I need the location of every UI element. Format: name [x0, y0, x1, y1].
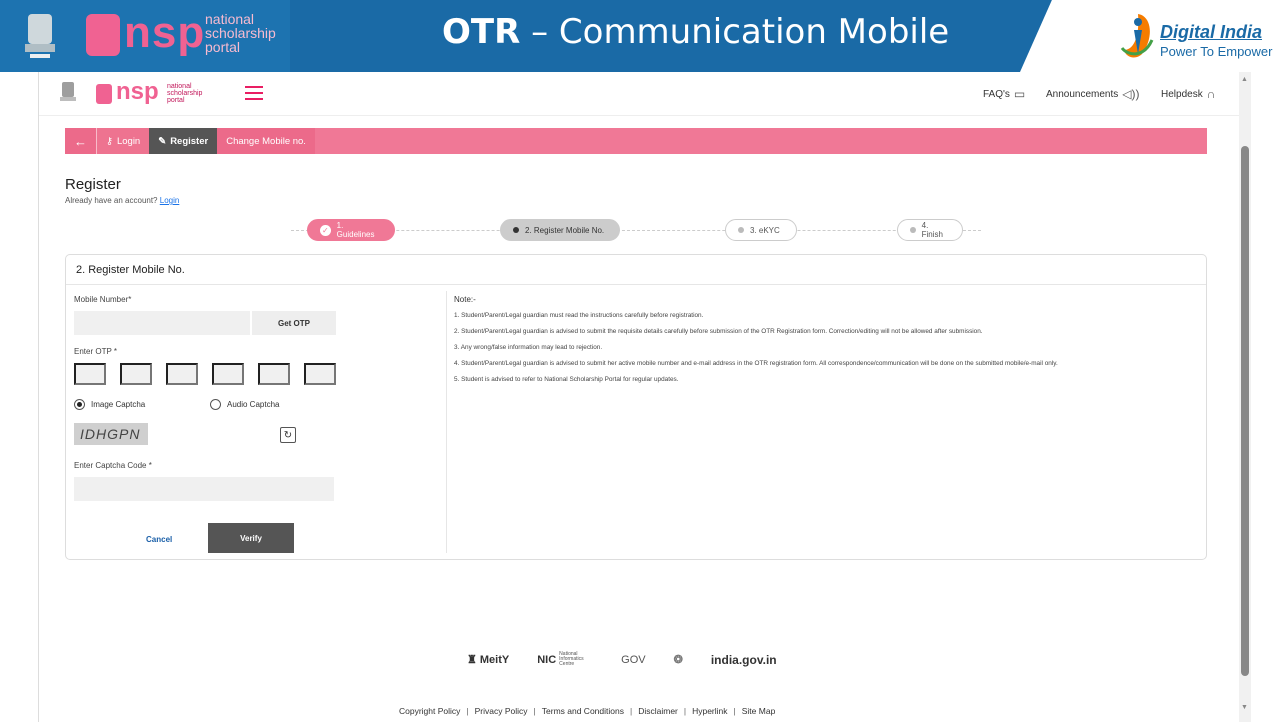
national-emblem-icon [25, 14, 55, 58]
step-dot-icon [738, 227, 744, 233]
otp-digit-3[interactable] [166, 363, 198, 385]
breadcrumb-register[interactable]: ✎ Register [149, 128, 218, 154]
ashoka-emblem-icon[interactable]: ❂ [674, 653, 683, 666]
digital-india-logo-icon [1120, 14, 1154, 58]
vertical-scrollbar[interactable]: ▲ ▼ [1239, 72, 1251, 722]
chat-icon: ▭ [1013, 87, 1026, 101]
helpdesk-link[interactable]: Helpdesk ∩ [1161, 87, 1215, 101]
note-item: 1. Student/Parent/Legal guardian must re… [454, 312, 704, 319]
app-header: nsp national scholarship portal FAQ's ▭ … [39, 72, 1239, 116]
nsp-logo-text[interactable]: nsp [116, 78, 159, 106]
mobile-number-input[interactable] [74, 311, 250, 335]
cancel-button[interactable]: Cancel [146, 535, 172, 544]
slide-banner: nsp national scholarship portal OTR – Co… [0, 0, 1286, 72]
breadcrumb-login[interactable]: ⚷ Login [97, 128, 150, 154]
breadcrumb-change-mobile[interactable]: Change Mobile no. [217, 128, 315, 154]
headset-icon: ∩ [1206, 87, 1216, 101]
mygov-logo[interactable]: GOV [621, 654, 645, 666]
nic-logo[interactable]: NIC National Informatics Centre [537, 652, 593, 667]
footer-link-hyperlink[interactable]: Hyperlink [692, 706, 727, 716]
step-dot-icon [910, 227, 916, 233]
footer-link-disclaimer[interactable]: Disclaimer [638, 706, 678, 716]
notes-list: 1. Student/Parent/Legal guardian must re… [454, 311, 1194, 391]
card-title: 2. Register Mobile No. [66, 255, 1206, 285]
banner-logo-block: nsp national scholarship portal [0, 0, 290, 72]
portal-screenshot: nsp national scholarship portal FAQ's ▭ … [38, 72, 1286, 722]
emblem-icon: ♜ [467, 654, 477, 666]
breadcrumb: ← ⚷ Login ✎ Register Change Mobile no. [65, 128, 1207, 154]
faqs-label: FAQ's [983, 88, 1010, 100]
note-item: 4. Student/Parent/Legal guardian is advi… [454, 360, 1058, 367]
footer-link-terms[interactable]: Terms and Conditions [542, 706, 624, 716]
digital-india-text: Digital India [1160, 22, 1263, 42]
captcha-code-input[interactable] [74, 477, 334, 501]
india-gov-logo[interactable]: india.gov.in [711, 653, 777, 667]
image-captcha-radio[interactable]: Image Captcha [74, 399, 145, 410]
edit-icon: ✎ [158, 135, 167, 147]
step-dot-icon [513, 227, 519, 233]
login-prompt: Already have an account? Login [65, 196, 180, 205]
footer-logos: ♜ MeitY NIC National Informatics Centre … [467, 652, 777, 667]
note-item: 5. Student is advised to refer to Nation… [454, 376, 679, 383]
check-icon: ✓ [320, 224, 331, 236]
otp-digit-6[interactable] [304, 363, 336, 385]
otp-digit-2[interactable] [120, 363, 152, 385]
note-item: 2. Student/Parent/Legal guardian is advi… [454, 328, 983, 335]
nsp-logo-icon [96, 84, 112, 104]
back-arrow-icon[interactable]: ← [65, 128, 96, 154]
faqs-link[interactable]: FAQ's ▭ [983, 87, 1025, 101]
nsp-logo-icon [86, 14, 120, 56]
mobile-number-label: Mobile Number* [74, 295, 132, 304]
nsp-logo-subtitle: national scholarship portal [167, 83, 203, 104]
helpdesk-label: Helpdesk [1161, 88, 1203, 100]
footer-link-sitemap[interactable]: Site Map [742, 706, 776, 716]
otp-digit-5[interactable] [258, 363, 290, 385]
captcha-image: IDHGPN [74, 423, 148, 445]
otp-digit-1[interactable] [74, 363, 106, 385]
audio-captcha-radio[interactable]: Audio Captcha [210, 399, 279, 410]
announcements-label: Announcements [1046, 88, 1119, 100]
step-ekyc[interactable]: 3. eKYC [725, 219, 797, 241]
otp-label: Enter OTP * [74, 347, 117, 356]
megaphone-icon: ◁)) [1122, 87, 1140, 101]
step-guidelines[interactable]: ✓ 1. Guidelines [307, 219, 395, 241]
key-icon: ⚷ [106, 135, 113, 147]
radio-selected-icon [74, 399, 85, 410]
announcements-link[interactable]: Announcements ◁)) [1046, 87, 1140, 101]
column-divider [446, 291, 447, 553]
national-emblem-icon [60, 82, 76, 101]
nsp-logo-text: nsp [124, 8, 206, 57]
scroll-up-icon[interactable]: ▲ [1241, 76, 1248, 83]
footer-links: Copyright Policy | Privacy Policy | Term… [399, 706, 776, 716]
otp-digit-4[interactable] [212, 363, 244, 385]
get-otp-button[interactable]: Get OTP [252, 311, 336, 335]
verify-button[interactable]: Verify [208, 523, 294, 553]
note-title: Note:- [454, 295, 476, 304]
radio-unselected-icon [210, 399, 221, 410]
refresh-captcha-icon[interactable]: ↻ [280, 427, 296, 443]
page-title: Register [65, 176, 121, 193]
footer-link-privacy[interactable]: Privacy Policy [475, 706, 528, 716]
captcha-code-label: Enter Captcha Code * [74, 461, 152, 470]
step-finish[interactable]: 4. Finish [897, 219, 963, 241]
nsp-logo-subtitle: national scholarship portal [205, 11, 276, 55]
step-register-mobile[interactable]: 2. Register Mobile No. [500, 219, 620, 241]
digital-india-tagline: Power To Empower [1160, 44, 1273, 59]
meity-logo[interactable]: ♜ MeitY [467, 653, 509, 667]
footer-link-copyright[interactable]: Copyright Policy [399, 706, 460, 716]
hamburger-menu-icon[interactable] [245, 86, 263, 100]
register-mobile-card: 2. Register Mobile No. Mobile Number* Ge… [65, 254, 1207, 560]
slide-title: OTR – Communication Mobile [442, 12, 950, 52]
note-item: 3. Any wrong/false information may lead … [454, 344, 603, 351]
scrollbar-thumb[interactable] [1241, 146, 1249, 676]
scroll-down-icon[interactable]: ▼ [1241, 704, 1248, 711]
login-link[interactable]: Login [160, 196, 180, 205]
